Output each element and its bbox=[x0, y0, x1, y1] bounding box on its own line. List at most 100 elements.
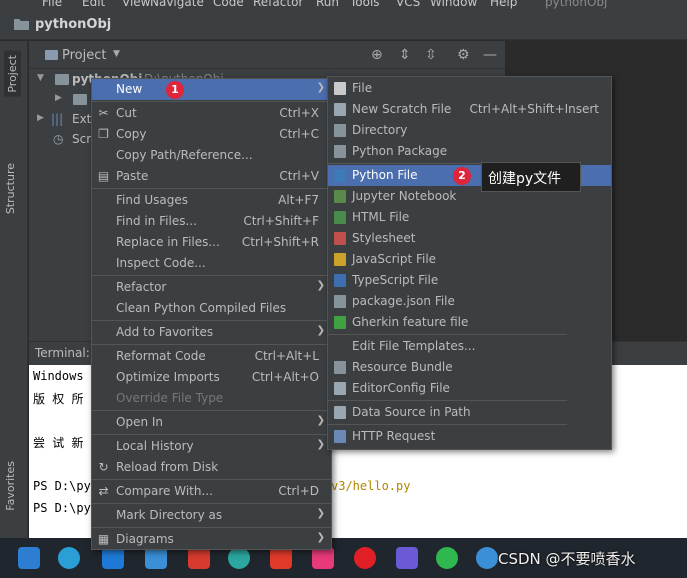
menu-item-http-request[interactable]: HTTP Request bbox=[328, 426, 611, 447]
menu-separator bbox=[92, 344, 331, 345]
app-icon[interactable] bbox=[270, 547, 292, 569]
wechat-icon[interactable] bbox=[436, 547, 458, 569]
menu-item-javascript-file[interactable]: JavaScript File bbox=[328, 249, 611, 270]
tree-label: Scr bbox=[72, 132, 92, 146]
menu-item-data-source-in-path[interactable]: Data Source in Path bbox=[328, 402, 611, 423]
minimize-icon[interactable]: — bbox=[483, 47, 497, 63]
menu-item-label: Optimize Imports bbox=[116, 370, 220, 384]
menu-item-python-package[interactable]: Python Package bbox=[328, 141, 611, 162]
menu-edit[interactable]: Edit bbox=[82, 0, 105, 9]
mail-icon[interactable] bbox=[145, 547, 167, 569]
terminal-line: Windows bbox=[33, 369, 84, 383]
menu-navigate[interactable]: Navigate bbox=[150, 0, 204, 9]
menu-item-shortcut: Ctrl+Alt+L bbox=[254, 349, 319, 363]
menu-help[interactable]: Help bbox=[490, 0, 517, 9]
menu-item-reload-from-disk[interactable]: ↻ Reload from Disk bbox=[92, 457, 331, 478]
project-view-title[interactable]: Project bbox=[62, 48, 106, 63]
menu-window[interactable]: Window bbox=[430, 0, 477, 9]
office-icon[interactable] bbox=[188, 547, 210, 569]
menu-item-package-json-file[interactable]: package.json File bbox=[328, 291, 611, 312]
chevron-down-icon[interactable]: ▼ bbox=[37, 73, 44, 83]
menu-item-editorconfig-file[interactable]: EditorConfig File bbox=[328, 378, 611, 399]
menu-item-copy-path-reference[interactable]: Copy Path/Reference... bbox=[92, 145, 331, 166]
bundle-icon bbox=[334, 361, 346, 374]
edge-icon[interactable] bbox=[228, 547, 250, 569]
project-title[interactable]: pythonObj bbox=[35, 17, 111, 32]
menu-item-new[interactable]: New ❯ bbox=[92, 79, 331, 100]
menu-separator bbox=[92, 527, 331, 528]
left-tool-strip: Project Structure Favorites ★ bbox=[0, 41, 28, 561]
chevron-down-icon[interactable]: ▼ bbox=[113, 49, 120, 59]
menu-item-label: Add to Favorites bbox=[116, 325, 214, 339]
menu-code[interactable]: Code bbox=[213, 0, 244, 9]
app-icon[interactable] bbox=[476, 547, 498, 569]
menu-file[interactable]: File bbox=[42, 0, 62, 9]
terminal-line: PS D:\py bbox=[33, 501, 91, 515]
reload-icon: ↻ bbox=[98, 460, 109, 474]
menu-refactor[interactable]: Refactor bbox=[253, 0, 303, 9]
collapse-all-icon[interactable]: ⇳ bbox=[425, 47, 437, 63]
app-icon[interactable] bbox=[312, 547, 334, 569]
menu-item-label: JavaScript File bbox=[352, 252, 437, 266]
menu-item-paste[interactable]: ▤ Paste Ctrl+V bbox=[92, 166, 331, 187]
menu-item-edit-file-templates[interactable]: Edit File Templates... bbox=[328, 336, 611, 357]
folder-icon bbox=[73, 94, 87, 105]
menu-item-find-in-files[interactable]: Find in Files... Ctrl+Shift+F bbox=[92, 211, 331, 232]
menu-item-new-scratch-file[interactable]: New Scratch File Ctrl+Alt+Shift+Insert bbox=[328, 99, 611, 120]
menu-item-file[interactable]: File bbox=[328, 78, 611, 99]
menu-vcs[interactable]: VCS bbox=[396, 0, 420, 9]
app-icon[interactable] bbox=[58, 547, 80, 569]
menu-item-diagrams[interactable]: ▦ Diagrams ❯ bbox=[92, 529, 331, 550]
package-icon bbox=[334, 145, 346, 158]
libraries-icon: ||| bbox=[51, 112, 64, 126]
jupyter-icon bbox=[334, 190, 346, 203]
start-icon[interactable] bbox=[18, 547, 40, 569]
menu-item-label: Jupyter Notebook bbox=[352, 189, 457, 203]
chevron-right-icon[interactable]: ▶ bbox=[37, 113, 44, 123]
menu-item-gherkin-feature-file[interactable]: Gherkin feature file bbox=[328, 312, 611, 333]
api-icon bbox=[334, 430, 346, 443]
menu-item-replace-in-files[interactable]: Replace in Files... Ctrl+Shift+R bbox=[92, 232, 331, 253]
menu-item-label: package.json File bbox=[352, 294, 455, 308]
menu-item-optimize-imports[interactable]: Optimize Imports Ctrl+Alt+O bbox=[92, 367, 331, 388]
menu-item-refactor[interactable]: Refactor ❯ bbox=[92, 277, 331, 298]
menu-item-clean-python-compiled-files[interactable]: Clean Python Compiled Files bbox=[92, 298, 331, 319]
chevron-right-icon: ❯ bbox=[316, 532, 325, 543]
menu-item-add-to-favorites[interactable]: Add to Favorites ❯ bbox=[92, 322, 331, 343]
ts-icon bbox=[334, 274, 346, 287]
menu-item-typescript-file[interactable]: TypeScript File bbox=[328, 270, 611, 291]
menu-item-reformat-code[interactable]: Reformat Code Ctrl+Alt+L bbox=[92, 346, 331, 367]
terminal-label[interactable]: Terminal: bbox=[35, 346, 90, 360]
menu-run[interactable]: Run bbox=[316, 0, 339, 9]
menu-item-html-file[interactable]: HTML File bbox=[328, 207, 611, 228]
menu-item-inspect-code[interactable]: Inspect Code... bbox=[92, 253, 331, 274]
menu-item-find-usages[interactable]: Find Usages Alt+F7 bbox=[92, 190, 331, 211]
menu-item-open-in[interactable]: Open In ❯ bbox=[92, 412, 331, 433]
menu-item-local-history[interactable]: Local History ❯ bbox=[92, 436, 331, 457]
menu-item-label: Python File bbox=[352, 168, 418, 182]
menu-item-compare-with[interactable]: ⇄ Compare With... Ctrl+D bbox=[92, 481, 331, 502]
app-icon[interactable] bbox=[396, 547, 418, 569]
menu-item-resource-bundle[interactable]: Resource Bundle bbox=[328, 357, 611, 378]
menu-separator bbox=[92, 410, 331, 411]
menu-item-copy[interactable]: ❐ Copy Ctrl+C bbox=[92, 124, 331, 145]
locate-icon[interactable]: ⊕ bbox=[371, 47, 383, 63]
chevron-right-icon: ❯ bbox=[316, 508, 325, 519]
terminal-path: v3/hello.py bbox=[331, 479, 411, 493]
menu-item-directory[interactable]: Directory bbox=[328, 120, 611, 141]
gear-icon[interactable]: ⚙ bbox=[457, 47, 470, 63]
menu-view[interactable]: View bbox=[122, 0, 150, 9]
menu-item-mark-directory-as[interactable]: Mark Directory as ❯ bbox=[92, 505, 331, 526]
menu-item-label: Paste bbox=[116, 169, 149, 183]
opera-icon[interactable] bbox=[354, 547, 376, 569]
menu-item-stylesheet[interactable]: Stylesheet bbox=[328, 228, 611, 249]
tab-structure[interactable]: Structure bbox=[4, 163, 17, 214]
gear-icon bbox=[334, 382, 346, 395]
tab-favorites[interactable]: Favorites bbox=[4, 461, 17, 511]
tab-project[interactable]: Project bbox=[4, 51, 21, 97]
chevron-right-icon[interactable]: ▶ bbox=[55, 93, 62, 103]
menu-tools[interactable]: Tools bbox=[350, 0, 380, 9]
vscode-icon[interactable] bbox=[102, 547, 124, 569]
menu-item-cut[interactable]: ✂ Cut Ctrl+X bbox=[92, 103, 331, 124]
expand-all-icon[interactable]: ⇕ bbox=[399, 47, 411, 63]
